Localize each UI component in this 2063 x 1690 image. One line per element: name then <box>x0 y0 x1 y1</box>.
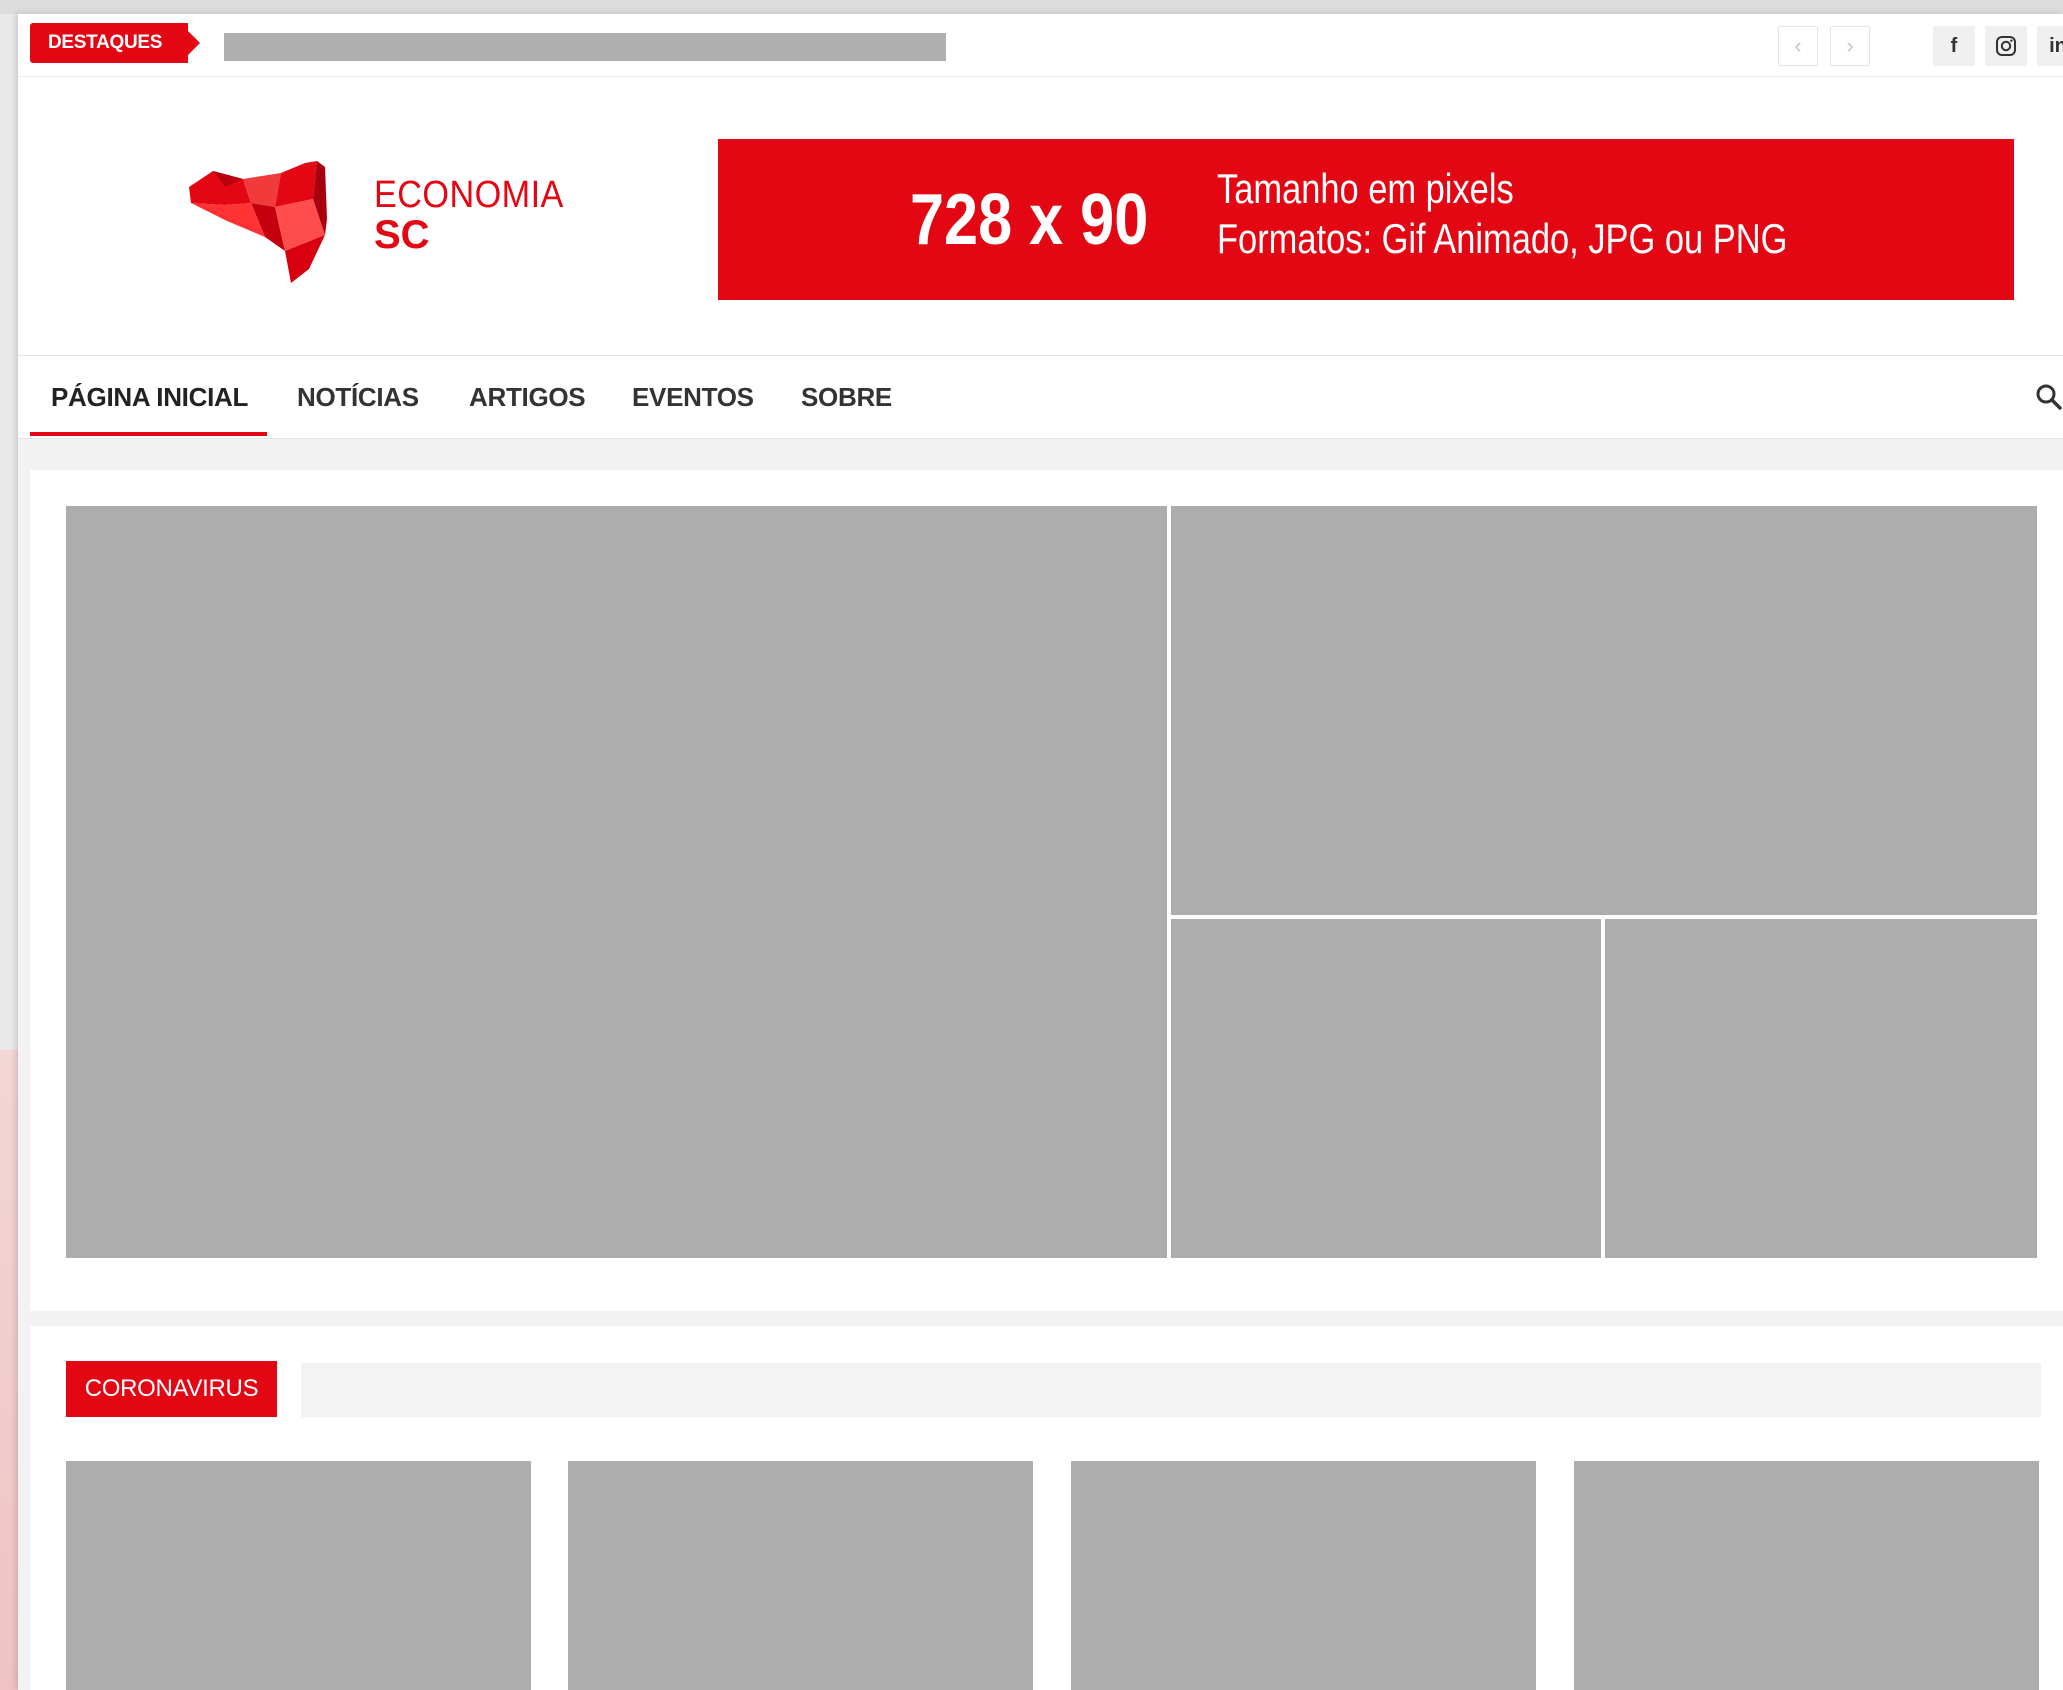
nav-item-eventos[interactable]: EVENTOS <box>632 356 754 438</box>
featured-post-secondary[interactable] <box>1171 506 2037 915</box>
coronavirus-post-card[interactable] <box>568 1461 1033 1690</box>
highlights-ticker[interactable] <box>224 33 946 61</box>
linkedin-link[interactable]: in <box>2037 26 2063 66</box>
nav-item-sobre[interactable]: SOBRE <box>801 356 892 438</box>
linkedin-icon: in <box>2049 35 2063 57</box>
window-backdrop-top <box>0 0 2063 14</box>
instagram-link[interactable] <box>1985 26 2027 66</box>
chevron-left-icon: ‹ <box>1794 33 1802 58</box>
facebook-icon: f <box>1950 35 1958 57</box>
section-header-bar <box>301 1363 2041 1417</box>
ticker-prev-button[interactable]: ‹ <box>1778 26 1818 66</box>
logo-text-sc: SC <box>374 213 430 257</box>
top-bar: DESTAQUES ‹ › f in <box>18 14 2063 77</box>
highlights-label: DESTAQUES <box>30 23 200 63</box>
nav-item-pagina-inicial[interactable]: PÁGINA INICIAL <box>51 356 248 438</box>
santa-catarina-map-logo-icon <box>189 161 327 283</box>
section-label-coronavirus[interactable]: CORONAVIRUS <box>66 1361 277 1417</box>
site-page: DESTAQUES ‹ › f in ECONOMIA SC 728 x 90 … <box>18 14 2063 1690</box>
ad-description-line1: Tamanho em pixels <box>1217 165 1514 212</box>
main-nav: PÁGINA INICIAL NOTÍCIAS ARTIGOS EVENTOS … <box>18 356 2063 439</box>
ad-banner[interactable]: 728 x 90 Tamanho em pixels Formatos: Gif… <box>718 139 2014 300</box>
featured-post-small-1[interactable] <box>1171 919 1601 1258</box>
featured-post-small-2[interactable] <box>1605 919 2037 1258</box>
site-header: ECONOMIA SC 728 x 90 Tamanho em pixels F… <box>18 77 2063 356</box>
nav-item-artigos[interactable]: ARTIGOS <box>469 356 586 438</box>
ticker-next-button[interactable]: › <box>1830 26 1870 66</box>
active-nav-indicator <box>30 432 267 436</box>
featured-post-main[interactable] <box>66 506 1167 1258</box>
nav-item-noticias[interactable]: NOTÍCIAS <box>297 356 419 438</box>
instagram-icon <box>1996 36 2016 56</box>
ad-description-line2: Formatos: Gif Animado, JPG ou PNG <box>1217 215 1788 262</box>
ad-size-text: 728 x 90 <box>910 180 1149 260</box>
logo-text-economia: ECONOMIA <box>374 174 564 216</box>
search-icon[interactable] <box>2035 383 2063 411</box>
chevron-right-icon: › <box>1846 33 1854 58</box>
featured-posts-grid <box>30 470 2063 1311</box>
coronavirus-section: CORONAVIRUS <box>30 1326 2063 1690</box>
coronavirus-post-card[interactable] <box>1071 1461 1536 1690</box>
coronavirus-post-card[interactable] <box>1574 1461 2039 1690</box>
coronavirus-post-card[interactable] <box>66 1461 531 1690</box>
facebook-link[interactable]: f <box>1933 26 1975 66</box>
